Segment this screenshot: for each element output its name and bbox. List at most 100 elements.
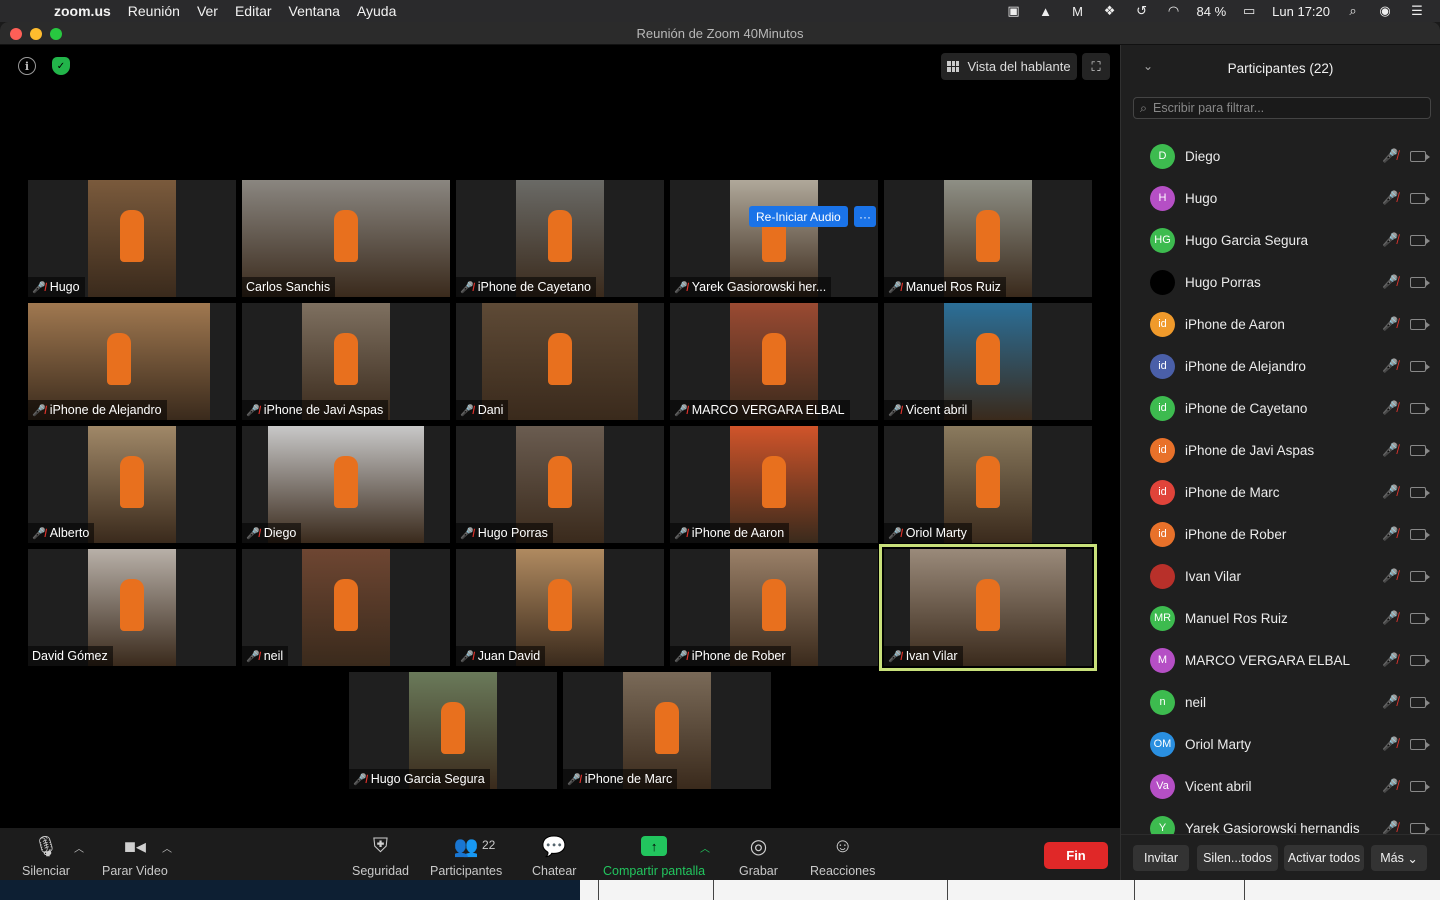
video-camera-icon[interactable] — [1410, 150, 1430, 162]
video-camera-icon[interactable] — [1410, 276, 1430, 288]
video-camera-icon[interactable] — [1410, 360, 1430, 372]
video-camera-icon[interactable] — [1410, 570, 1430, 582]
video-tile[interactable]: 🎤̸ Vicent abril — [884, 303, 1092, 420]
participant-row[interactable]: id iPhone de Alejandro 🎤̸ — [1121, 345, 1440, 387]
security-button[interactable]: ⛨ Seguridad — [352, 834, 409, 879]
muted-microphone-icon[interactable]: 🎤̸ — [1382, 610, 1398, 626]
video-camera-icon[interactable] — [1410, 402, 1430, 414]
video-tile[interactable]: 🎤̸ iPhone de Javi Aspas — [242, 303, 450, 420]
end-meeting-button[interactable]: Fin — [1044, 842, 1108, 869]
menu-ayuda[interactable]: Ayuda — [357, 3, 396, 19]
video-tile[interactable]: 🎤̸ Hugo — [28, 180, 236, 297]
unmute-all-button[interactable]: Activar todos — [1284, 845, 1364, 871]
participant-row[interactable]: Va Vicent abril 🎤̸ — [1121, 765, 1440, 807]
clock[interactable]: Lun 17:20 — [1272, 4, 1330, 19]
video-tile[interactable]: David Gómez — [28, 549, 236, 666]
video-camera-icon[interactable] — [1410, 780, 1430, 792]
video-camera-icon[interactable] — [1410, 318, 1430, 330]
collapse-panel-chevron-icon[interactable]: ⌄ — [1143, 59, 1153, 73]
menu-ventana[interactable]: Ventana — [289, 3, 340, 19]
video-tile[interactable]: 🎤̸ iPhone de Marc — [563, 672, 771, 789]
participant-row[interactable]: HG Hugo Garcia Segura 🎤̸ — [1121, 219, 1440, 261]
video-camera-icon[interactable] — [1410, 738, 1430, 750]
reactions-button[interactable]: ☺ Reacciones — [810, 834, 875, 879]
video-tile[interactable]: 🎤̸ Manuel Ros Ruiz — [884, 180, 1092, 297]
battery-icon[interactable]: ▭ — [1240, 3, 1258, 18]
video-tile[interactable]: 🎤̸ Juan David — [456, 549, 664, 666]
video-camera-icon[interactable] — [1410, 528, 1430, 540]
record-button[interactable]: ◎ Grabar — [739, 834, 778, 879]
meeting-info-icon[interactable]: i — [18, 57, 36, 75]
more-options-button[interactable]: ··· — [854, 206, 876, 227]
notification-center-icon[interactable]: ☰ — [1408, 3, 1426, 18]
encryption-shield-icon[interactable]: ✓ — [52, 57, 70, 75]
minimize-window-button[interactable] — [30, 28, 42, 40]
participant-row[interactable]: MR Manuel Ros Ruiz 🎤̸ — [1121, 597, 1440, 639]
menu-editar[interactable]: Editar — [235, 3, 272, 19]
stop-video-button[interactable]: ■◂ Parar Video — [102, 834, 168, 879]
mute-button[interactable]: 🎙 Silenciar — [22, 834, 70, 879]
video-tile[interactable]: 🎤̸ Diego — [242, 426, 450, 543]
fullscreen-button[interactable]: ⛶ — [1082, 53, 1110, 80]
participant-row[interactable]: id iPhone de Marc 🎤̸ — [1121, 471, 1440, 513]
video-camera-icon[interactable] — [1410, 696, 1430, 708]
video-tile[interactable]: 🎤̸ Oriol Marty — [884, 426, 1092, 543]
muted-microphone-icon[interactable]: 🎤̸ — [1382, 652, 1398, 668]
muted-microphone-icon[interactable]: 🎤̸ — [1382, 400, 1398, 416]
participant-row[interactable]: id iPhone de Cayetano 🎤̸ — [1121, 387, 1440, 429]
dropbox-icon[interactable]: ❖ — [1101, 3, 1119, 18]
video-tile[interactable]: 🎤̸ iPhone de Cayetano — [456, 180, 664, 297]
muted-microphone-icon[interactable]: 🎤̸ — [1382, 442, 1398, 458]
invite-button[interactable]: Invitar — [1133, 845, 1189, 871]
share-screen-button[interactable]: ↑ Compartir pantalla — [603, 834, 705, 878]
muted-microphone-icon[interactable]: 🎤̸ — [1382, 274, 1398, 290]
video-tile[interactable]: 🎤̸ iPhone de Rober — [670, 549, 878, 666]
video-camera-icon[interactable] — [1410, 192, 1430, 204]
spotlight-search-icon[interactable]: ⌕ — [1344, 3, 1362, 18]
time-machine-icon[interactable]: ↺ — [1133, 3, 1151, 18]
video-tile[interactable]: 🎤̸ Hugo Garcia Segura — [349, 672, 557, 789]
muted-microphone-icon[interactable]: 🎤̸ — [1382, 148, 1398, 164]
chat-button[interactable]: 💬 Chatear — [532, 834, 576, 879]
menu-app[interactable]: zoom.us — [54, 3, 111, 19]
video-tile[interactable]: 🎤̸ Alberto — [28, 426, 236, 543]
muted-microphone-icon[interactable]: 🎤̸ — [1382, 736, 1398, 752]
video-tile[interactable]: 🎤̸ Hugo Porras — [456, 426, 664, 543]
video-camera-icon[interactable] — [1410, 822, 1430, 834]
muted-microphone-icon[interactable]: 🎤̸ — [1382, 694, 1398, 710]
video-tile[interactable]: 🎤̸ iPhone de Alejandro — [28, 303, 236, 420]
mute-all-button[interactable]: Silen...todos — [1197, 845, 1278, 871]
gmail-icon[interactable]: M — [1069, 4, 1087, 19]
menu-ver[interactable]: Ver — [197, 3, 218, 19]
participant-row[interactable]: n neil 🎤̸ — [1121, 681, 1440, 723]
participant-row[interactable]: Ivan Vilar 🎤̸ — [1121, 555, 1440, 597]
zoom-window-button[interactable] — [50, 28, 62, 40]
participant-row[interactable]: H Hugo 🎤̸ — [1121, 177, 1440, 219]
participant-list[interactable]: D Diego 🎤̸ H Hugo 🎤̸ HG Hugo Garcia Segura 🎤̸ Hug… — [1121, 135, 1440, 849]
video-tile[interactable]: Carlos Sanchis — [242, 180, 450, 297]
speaker-view-button[interactable]: Vista del hablante — [941, 53, 1077, 80]
menu-reunion[interactable]: Reunión — [128, 3, 180, 19]
video-options-caret[interactable]: ︿ — [162, 840, 172, 855]
more-button[interactable]: Más ⌄ — [1371, 845, 1427, 871]
video-tile[interactable]: 🎤̸ iPhone de Aaron — [670, 426, 878, 543]
muted-microphone-icon[interactable]: 🎤̸ — [1382, 484, 1398, 500]
wifi-icon[interactable]: ◠ — [1165, 3, 1183, 18]
participant-row[interactable]: D Diego 🎤̸ — [1121, 135, 1440, 177]
video-camera-icon[interactable] — [1410, 654, 1430, 666]
video-camera-icon[interactable] — [1410, 444, 1430, 456]
video-tile[interactable]: 🎤̸ Yarek Gasiorowski her... — [670, 180, 878, 297]
participant-row[interactable]: id iPhone de Aaron 🎤̸ — [1121, 303, 1440, 345]
participant-row[interactable]: Hugo Porras 🎤̸ — [1121, 261, 1440, 303]
muted-microphone-icon[interactable]: 🎤̸ — [1382, 190, 1398, 206]
muted-microphone-icon[interactable]: 🎤̸ — [1382, 358, 1398, 374]
video-tile[interactable]: 🎤̸ Ivan Vilar — [879, 544, 1097, 671]
video-tile[interactable]: 🎤̸ MARCO VERGARA ELBAL — [670, 303, 878, 420]
participant-row[interactable]: id iPhone de Javi Aspas 🎤̸ — [1121, 429, 1440, 471]
muted-microphone-icon[interactable]: 🎤̸ — [1382, 316, 1398, 332]
video-camera-icon[interactable] — [1410, 612, 1430, 624]
participant-row[interactable]: id iPhone de Rober 🎤̸ — [1121, 513, 1440, 555]
video-camera-icon[interactable] — [1410, 234, 1430, 246]
participant-row[interactable]: OM Oriol Marty 🎤̸ — [1121, 723, 1440, 765]
vlc-icon[interactable]: ▲ — [1037, 4, 1055, 19]
